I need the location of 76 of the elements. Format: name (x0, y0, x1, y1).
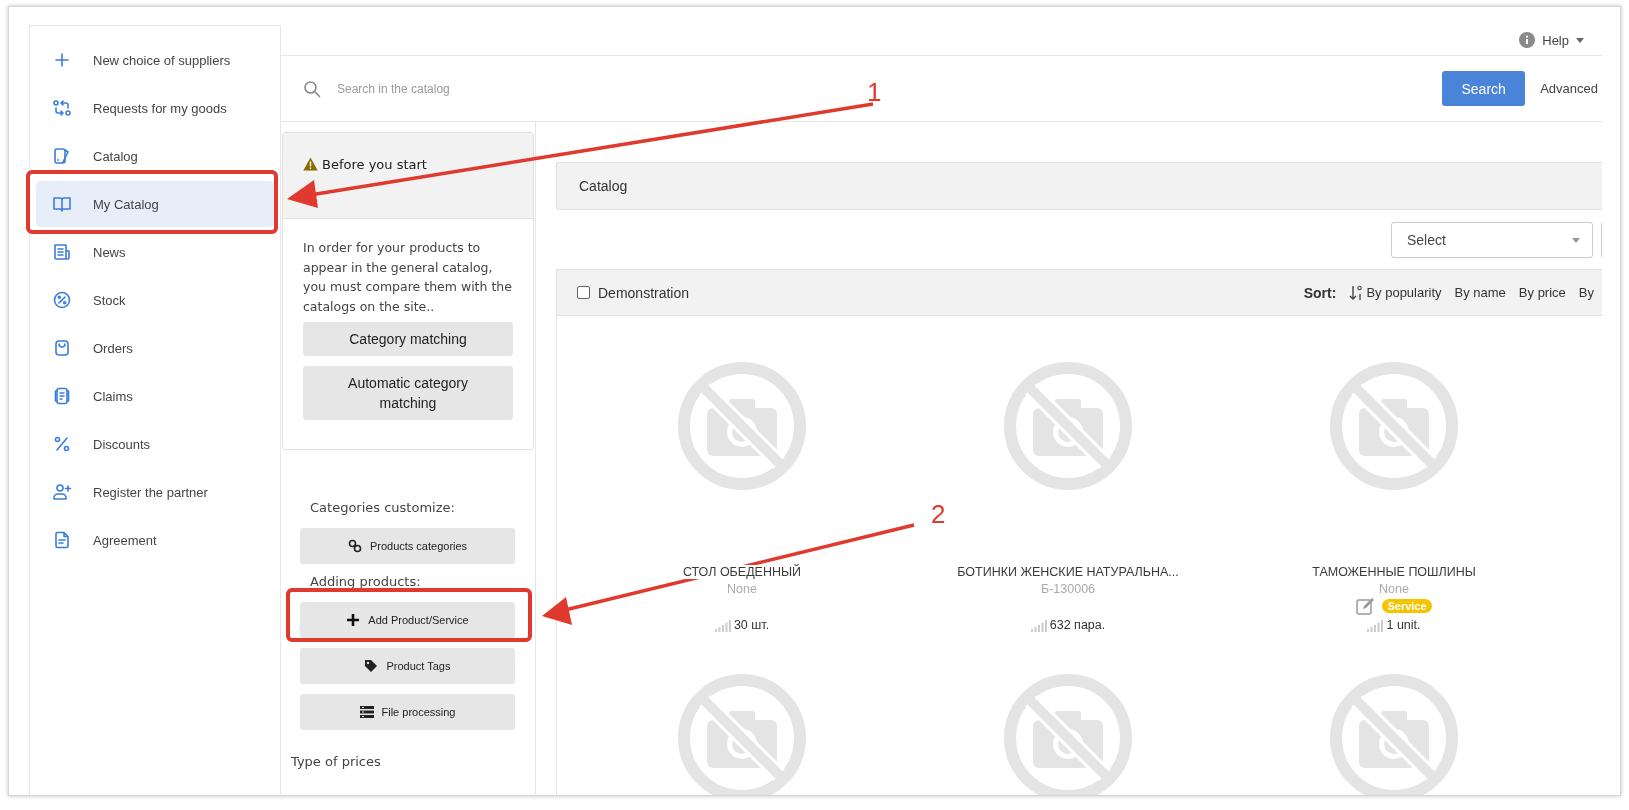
list-icon (359, 705, 374, 719)
swap-icon (52, 98, 72, 118)
stock-level-icon (1030, 620, 1047, 632)
product-quantity: 1 unit. (1386, 618, 1421, 632)
link-icon (347, 539, 362, 553)
catalog-bar: Catalog (556, 162, 1602, 210)
sort-option[interactable]: By price (1518, 285, 1566, 300)
no-photo-icon (1329, 361, 1459, 491)
caret-icon (1572, 237, 1580, 243)
product-quantity: 30 шт. (733, 618, 770, 632)
sort-label: Sort: (1303, 284, 1337, 301)
sort-option[interactable]: By name (1454, 285, 1506, 300)
warning-icon (303, 157, 318, 171)
no-photo-icon (677, 673, 807, 795)
annotation-number: 1 (867, 77, 882, 108)
user-plus-icon (52, 482, 72, 502)
help-link[interactable]: Help (1519, 32, 1584, 48)
matching-button[interactable]: Category matching (303, 322, 513, 356)
tool-button[interactable]: Products categories (300, 528, 515, 564)
product-code: Б-130006 (1040, 582, 1096, 596)
checkbox[interactable] (577, 286, 590, 299)
sidebar-item[interactable]: My Catalog (36, 181, 274, 227)
product-name[interactable]: БОТИНКИ ЖЕНСКИЕ НАТУРАЛЬНА... (955, 565, 1181, 579)
section-heading: Type of prices (290, 754, 382, 769)
card-text: In order for your products to appear in the general catalog, you must compare them with the catalogs on the site.. (303, 239, 513, 316)
newspaper-icon (52, 242, 72, 262)
select-dropdown[interactable]: Select (1391, 222, 1593, 258)
sidebar-item[interactable]: Orders (36, 325, 274, 371)
tool-button[interactable]: Add Product/Service (300, 602, 515, 638)
product-code: None (1379, 582, 1409, 596)
section-heading: Adding products: (309, 574, 422, 589)
sidebar-item[interactable]: Claims (36, 373, 274, 419)
document-stack-icon (52, 386, 72, 406)
product-quantity: 632 пара. (1049, 618, 1106, 632)
no-photo-icon (1329, 673, 1459, 795)
plus-icon (346, 613, 361, 627)
matching-button[interactable]: Automatic category matching (303, 366, 513, 420)
document-icon (52, 530, 72, 550)
sidebar-item[interactable]: Stock (36, 277, 274, 323)
sidebar-item[interactable]: Agreement (36, 517, 274, 563)
sidebar-item[interactable]: New choice of suppliers (36, 37, 274, 83)
sidebar-item[interactable]: Catalog (36, 133, 274, 179)
product-name[interactable]: ТАМОЖЕННЫЕ ПОШЛИНЫ (1310, 565, 1478, 579)
sidebar-item[interactable]: Discounts (36, 421, 274, 467)
checkbox-label: Demonstration (598, 284, 690, 301)
sidebar-item[interactable]: Register the partner (36, 469, 274, 515)
book-icon (52, 194, 72, 214)
stock-level-icon (1367, 620, 1384, 632)
sort-option[interactable]: By popularity (1349, 284, 1442, 301)
catalog-icon (52, 146, 72, 166)
advanced-search-link[interactable]: Advanced (1540, 81, 1598, 96)
search-icon (303, 79, 321, 98)
search-button[interactable]: Search (1442, 71, 1526, 106)
sidebar-item[interactable]: Requests for my goods (36, 85, 274, 131)
no-photo-icon (1003, 361, 1133, 491)
stock-level-icon (714, 620, 731, 632)
no-photo-icon (1003, 673, 1133, 795)
percent-icon (52, 434, 72, 454)
annotation-number: 2 (931, 499, 946, 530)
tool-button[interactable]: Product Tags (300, 648, 515, 684)
sidebar-item[interactable]: News (36, 229, 274, 275)
service-badge: Service (1382, 599, 1432, 613)
no-photo-icon (677, 361, 807, 491)
sort-option[interactable]: By (1578, 285, 1594, 300)
plus-icon (52, 50, 72, 70)
caret-icon (1576, 37, 1584, 43)
card-title: Before you start (322, 157, 427, 172)
tool-button[interactable]: File processing (300, 694, 515, 730)
sort-icon (1349, 284, 1364, 301)
edit-icon (1356, 597, 1377, 615)
info-icon (1519, 32, 1536, 48)
tag-icon (364, 659, 379, 673)
percent-circle-icon (52, 290, 72, 310)
section-heading: Categories customize: (309, 500, 456, 515)
product-code: None (727, 582, 757, 596)
bag-icon (52, 338, 72, 358)
